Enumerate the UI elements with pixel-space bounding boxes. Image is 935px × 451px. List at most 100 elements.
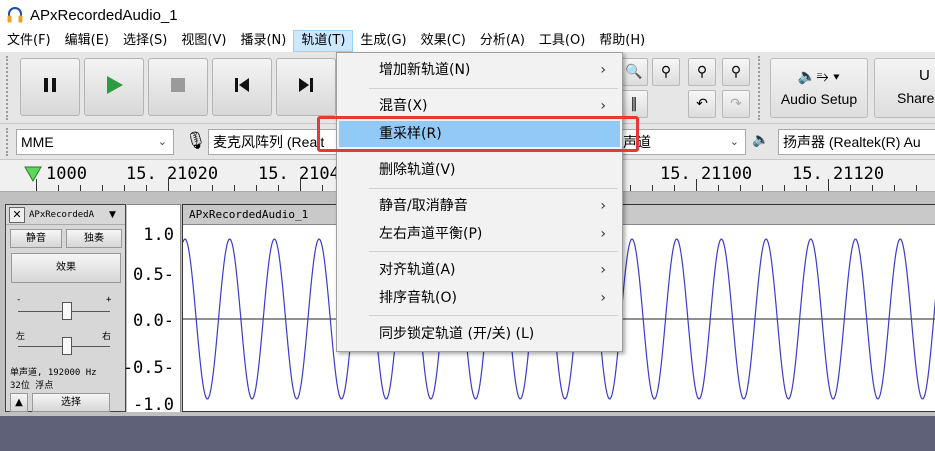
tracks-dropdown-menu: 增加新轨道(N) › 混音(X) › 重采样(R) 删除轨道(V) 静音/取消静… xyxy=(336,52,623,352)
menu-item-pan[interactable]: 左右声道平衡(P) › xyxy=(339,221,620,247)
toolbar-grip-2[interactable] xyxy=(758,56,764,120)
pan-left-label: 左 xyxy=(16,332,26,342)
skip-end-button[interactable] xyxy=(276,58,336,116)
chevron-down-icon[interactable]: ▼ xyxy=(109,210,116,220)
menu-transport[interactable]: 播录(N) xyxy=(233,30,293,52)
scale-label: 1.0 xyxy=(143,225,174,245)
audio-setup-button[interactable]: 🔈⥱ ▾ Audio Setup xyxy=(770,58,868,118)
ruler-tick xyxy=(828,179,829,191)
ruler-tick xyxy=(80,185,81,191)
redo-icon: ↷ xyxy=(730,96,742,112)
ruler-tick xyxy=(322,185,323,191)
ruler-tick xyxy=(300,179,301,191)
menu-item-label: 删除轨道(V) xyxy=(379,162,456,178)
menu-item-add-new-track[interactable]: 增加新轨道(N) › xyxy=(339,57,620,83)
menu-tools[interactable]: 工具(O) xyxy=(532,30,592,52)
recording-device-value: 麦克风阵列 (Realt xyxy=(213,134,325,150)
zoom-in-button[interactable]: 🔍 xyxy=(620,58,648,86)
menu-generate[interactable]: 生成(G) xyxy=(353,30,413,52)
silence-button[interactable]: ‖ xyxy=(620,90,648,118)
ruler-tick xyxy=(102,185,103,191)
menu-separator xyxy=(369,188,618,189)
chevron-down-icon: ⌄ xyxy=(729,136,739,148)
chevron-right-icon: › xyxy=(600,226,606,242)
ruler-label: 15. 21120 xyxy=(792,164,885,184)
solo-button[interactable]: 独奏 xyxy=(66,229,122,248)
collapse-track-button[interactable]: ▲ xyxy=(10,393,28,412)
skip-start-button[interactable] xyxy=(212,58,272,116)
share-audio-button[interactable]: U Share xyxy=(874,58,935,118)
menu-separator xyxy=(369,88,618,89)
play-button[interactable] xyxy=(84,58,144,116)
menu-help[interactable]: 帮助(H) xyxy=(592,30,652,52)
ruler-label: 15. 21100 xyxy=(660,164,753,184)
gain-minus-label: - xyxy=(16,295,22,305)
ruler-tick xyxy=(124,185,125,191)
track-header: ✕ APxRecordedA ▼ xyxy=(6,205,125,225)
device-toolbar-grip[interactable] xyxy=(6,128,12,156)
zoom-toggle-button[interactable]: ⚲ xyxy=(722,58,750,86)
track-name[interactable]: APxRecordedA xyxy=(29,210,109,220)
menu-select[interactable]: 选择(S) xyxy=(116,30,174,52)
playback-device-select[interactable]: 扬声器 (Realtek(R) Au xyxy=(778,129,935,155)
scale-label: -0.5- xyxy=(122,358,174,378)
toolbar-grip[interactable] xyxy=(6,56,12,120)
ruler-tick xyxy=(58,185,59,191)
menu-item-label: 混音(X) xyxy=(379,98,428,114)
ruler-tick xyxy=(674,185,675,191)
menu-view[interactable]: 视图(V) xyxy=(174,30,233,52)
ruler-tick xyxy=(894,185,895,191)
recording-channels-select[interactable]: 声道 ⌄ xyxy=(622,129,746,155)
menu-tracks[interactable]: 轨道(T) xyxy=(293,30,354,52)
undo-icon: ↶ xyxy=(696,96,708,112)
ruler-tick xyxy=(190,185,191,191)
menu-edit[interactable]: 编辑(E) xyxy=(58,30,116,52)
audio-host-value: MME xyxy=(21,134,54,150)
zoom-out-button[interactable]: ⚲ xyxy=(652,58,680,86)
speaker-icon: 🔈⥱ ▾ xyxy=(797,68,841,85)
menu-item-sync-lock[interactable]: 同步锁定轨道 (开/关) (L) xyxy=(339,321,620,347)
ruler-tick xyxy=(168,179,169,191)
zoom-in-icon: 🔍 xyxy=(625,64,643,80)
menu-item-remove-tracks[interactable]: 删除轨道(V) xyxy=(339,157,620,183)
scale-label: 0.0- xyxy=(133,311,174,331)
ruler-tick xyxy=(740,185,741,191)
zoom-selection-button[interactable]: ⚲ xyxy=(688,58,716,86)
ruler-tick xyxy=(256,185,257,191)
share-icon: U xyxy=(919,67,930,84)
playback-device-value: 扬声器 (Realtek(R) Au xyxy=(783,134,921,150)
mute-button[interactable]: 静音 xyxy=(10,229,62,248)
menu-item-label: 对齐轨道(A) xyxy=(379,262,456,278)
pause-button[interactable] xyxy=(20,58,80,116)
chevron-right-icon: › xyxy=(600,290,606,306)
redo-button[interactable]: ↷ xyxy=(722,90,750,118)
menu-item-sort-tracks[interactable]: 排序音轨(O) › xyxy=(339,285,620,311)
pan-slider[interactable] xyxy=(62,337,72,355)
close-icon[interactable]: ✕ xyxy=(9,206,25,223)
menu-file[interactable]: 文件(F) xyxy=(0,30,58,52)
menu-item-label: 增加新轨道(N) xyxy=(379,62,471,78)
menu-analyze[interactable]: 分析(A) xyxy=(473,30,532,52)
gain-slider[interactable] xyxy=(62,302,72,320)
stop-icon xyxy=(170,77,186,97)
ruler-tick xyxy=(916,185,917,191)
vertical-scale[interactable]: 1.0 0.5- 0.0- -0.5- -1.0 xyxy=(123,204,181,415)
menu-item-align-tracks[interactable]: 对齐轨道(A) › xyxy=(339,257,620,283)
undo-button[interactable]: ↶ xyxy=(688,90,716,118)
menu-item-label: 同步锁定轨道 (开/关) (L) xyxy=(379,326,535,342)
menu-effect[interactable]: 效果(C) xyxy=(414,30,473,52)
select-track-button[interactable]: 选择 xyxy=(32,393,110,412)
empty-track-space[interactable] xyxy=(0,416,935,451)
playhead-triangle-icon xyxy=(24,166,42,186)
menu-bar: 文件(F) 编辑(E) 选择(S) 视图(V) 播录(N) 轨道(T) 生成(G… xyxy=(0,30,935,52)
stop-button[interactable] xyxy=(148,58,208,116)
ruler-label: 1000 xyxy=(46,164,87,184)
effects-button[interactable]: 效果 xyxy=(11,253,121,283)
ruler-tick xyxy=(630,185,631,191)
track-info-format: 32位 浮点 xyxy=(10,381,54,391)
audio-host-select[interactable]: MME ⌄ xyxy=(16,129,174,155)
scale-label: 0.5- xyxy=(133,265,174,285)
title-bar: APxRecordedAudio_1 xyxy=(0,0,935,30)
menu-item-mute-unmute[interactable]: 静音/取消静音 › xyxy=(339,193,620,219)
menu-separator xyxy=(369,251,618,252)
